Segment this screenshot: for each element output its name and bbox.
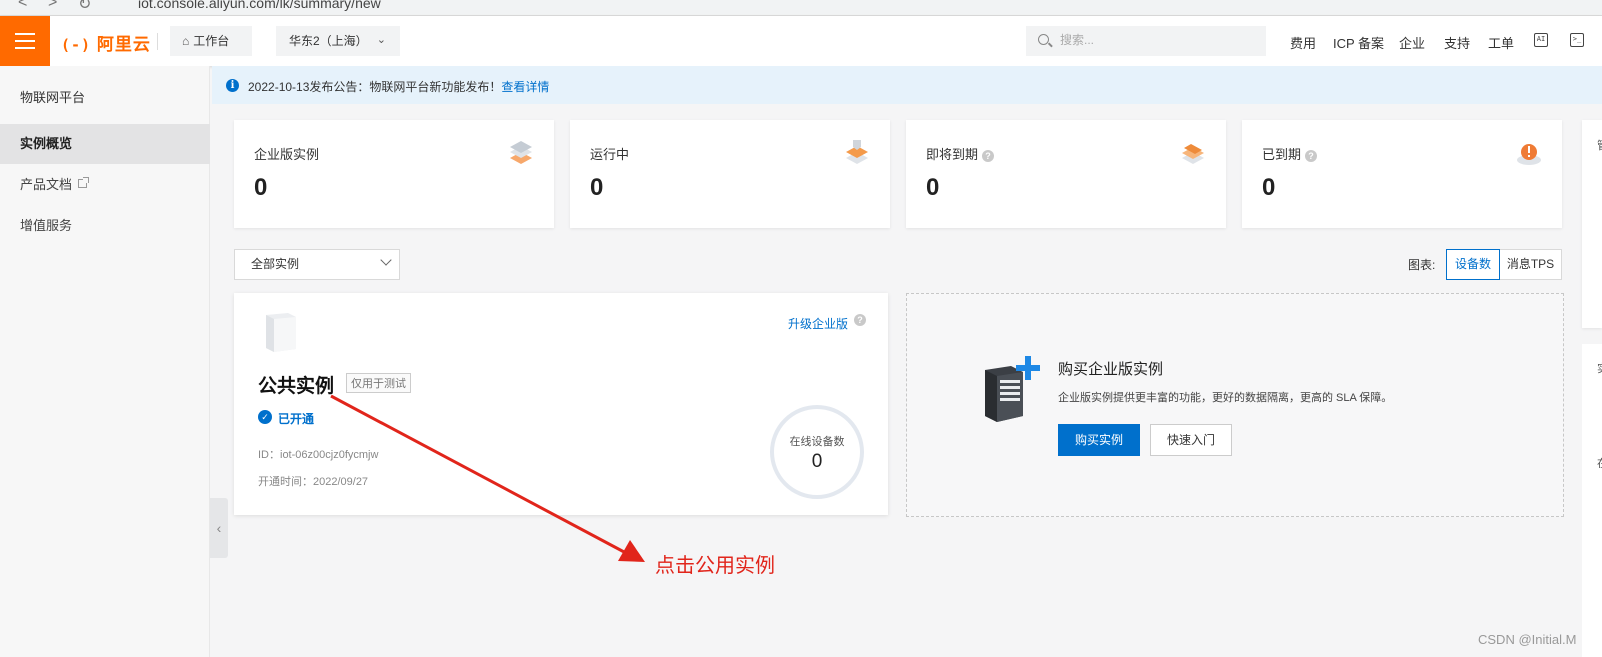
aliyun-logo[interactable]: (-) 阿里云 xyxy=(61,30,151,55)
chart-toggle-device-count[interactable]: 设备数 xyxy=(1446,249,1500,280)
nav-enterprise[interactable]: 企业 xyxy=(1399,33,1425,52)
search-icon xyxy=(1038,34,1049,45)
check-circle-icon: ✓ xyxy=(258,410,272,424)
help-icon[interactable]: ? xyxy=(854,314,866,326)
chevron-left-icon: ‹ xyxy=(216,520,222,536)
sidebar-item-product-docs[interactable]: 产品文档 xyxy=(0,165,210,205)
quick-start-button[interactable]: 快速入门 xyxy=(1150,424,1232,456)
sidebar-item-instance-overview[interactable]: 实例概览 xyxy=(0,124,210,164)
stat-card-running: 运行中 0 xyxy=(570,120,890,228)
sidebar: 物联网平台 实例概览 产品文档 增值服务 xyxy=(0,66,210,657)
online-devices-label: 在线设备数 xyxy=(789,436,845,448)
buy-enterprise-desc: 企业版实例提供更丰富的功能，更好的数据隔离，更高的 SLA 保障。 xyxy=(1058,392,1393,404)
browser-address-bar: < > ↻ iot.console.aliyun.com/lk/summary/… xyxy=(0,0,1602,16)
instance-id: ID：iot-06z00cjz0fycmjw xyxy=(258,449,379,461)
chart-toggle-message-tps[interactable]: 消息TPS xyxy=(1499,249,1562,280)
instance-open-date: 开通时间：2022/09/27 xyxy=(258,476,369,488)
back-arrow-icon[interactable]: < xyxy=(18,0,27,12)
online-devices-value: 0 xyxy=(811,451,823,472)
global-search[interactable] xyxy=(1026,26,1266,56)
nav-fees[interactable]: 费用 xyxy=(1290,33,1316,52)
forward-arrow-icon[interactable]: > xyxy=(48,0,57,12)
chevron-down-icon xyxy=(380,254,392,266)
right-panel-clipped-text: 在 xyxy=(1597,455,1602,471)
instance-status: 已开通 xyxy=(278,412,315,426)
chevron-down-icon: ⌄ xyxy=(376,34,386,46)
sidebar-title: 物联网平台 xyxy=(20,90,86,105)
cloud-shell-icon[interactable]: >_ xyxy=(1570,33,1584,47)
stat-card-enterprise-instances: 企业版实例 0 xyxy=(234,120,554,228)
logo-divider xyxy=(157,33,158,50)
home-icon: ⌂ xyxy=(182,34,190,48)
watermark: CSDN @Initial.M xyxy=(1478,632,1577,647)
menu-toggle-button[interactable] xyxy=(0,16,50,66)
server-icon xyxy=(266,313,296,352)
nav-icp[interactable]: ICP 备案 xyxy=(1333,33,1384,52)
sidebar-item-value-added-services[interactable]: 增值服务 xyxy=(0,206,210,246)
buy-instance-button[interactable]: 购买实例 xyxy=(1058,424,1140,456)
server-add-icon xyxy=(985,356,1040,422)
search-input[interactable] xyxy=(1060,33,1250,47)
online-devices-ring: 在线设备数 0 xyxy=(770,405,864,499)
expiring-stack-icon xyxy=(1182,144,1204,164)
announcement-text: 2022-10-13发布公告：物联网平台新功能发布！ xyxy=(248,80,502,94)
running-stack-icon xyxy=(846,140,868,164)
help-icon[interactable]: ? xyxy=(1305,150,1318,162)
workbench-button[interactable]: ⌂ 工作台 xyxy=(170,26,252,56)
ai-assistant-icon[interactable]: AI xyxy=(1534,33,1548,47)
layers-icon xyxy=(510,141,532,164)
test-only-tag: 仅用于测试 xyxy=(346,373,411,393)
upgrade-enterprise-link[interactable]: 升级企业版 xyxy=(788,315,848,332)
nav-support[interactable]: 支持 xyxy=(1444,33,1470,52)
right-panel-clipped-text: 实 xyxy=(1597,360,1602,376)
buy-enterprise-title: 购买企业版实例 xyxy=(1058,361,1164,378)
chart-toggle-label: 图表: xyxy=(1408,258,1436,272)
external-link-icon xyxy=(78,177,90,188)
address-url[interactable]: iot.console.aliyun.com/lk/summary/new xyxy=(138,0,381,11)
right-panel-edge-lower xyxy=(1582,344,1602,657)
announcement-details-link[interactable]: 查看详情 xyxy=(501,80,549,94)
instance-filter-select[interactable]: 全部实例 xyxy=(234,249,400,280)
info-icon: i xyxy=(226,79,239,92)
annotation-text: 点击公用实例 xyxy=(655,555,775,577)
expired-alert-icon xyxy=(1517,144,1541,165)
instance-name[interactable]: 公共实例 xyxy=(258,371,334,398)
region-selector[interactable]: 华东2（上海） ⌄ xyxy=(276,26,400,56)
buy-enterprise-card: 购买企业版实例 企业版实例提供更丰富的功能，更好的数据隔离，更高的 SLA 保障… xyxy=(906,293,1564,517)
public-instance-card[interactable]: 升级企业版 ? 公共实例 仅用于测试 ✓ 已开通 ID：iot-06z00cjz… xyxy=(234,293,888,515)
stat-card-expiring-soon: 即将到期? 0 xyxy=(906,120,1226,228)
announcement-bar: i 2022-10-13发布公告：物联网平台新功能发布！查看详情 xyxy=(212,66,1602,104)
right-panel-clipped-text: 管 xyxy=(1597,137,1602,153)
stat-card-expired: 已到期? 0 xyxy=(1242,120,1562,228)
reload-icon[interactable]: ↻ xyxy=(78,0,91,14)
help-icon[interactable]: ? xyxy=(982,150,995,162)
sidebar-collapse-handle[interactable]: ‹ xyxy=(210,498,228,558)
nav-ticket[interactable]: 工单 xyxy=(1488,33,1514,52)
top-bar: (-) 阿里云 ⌂工作台 华东2（上海） ⌄ 费用 ICP 备案 企业 支持 工… xyxy=(0,16,1602,66)
